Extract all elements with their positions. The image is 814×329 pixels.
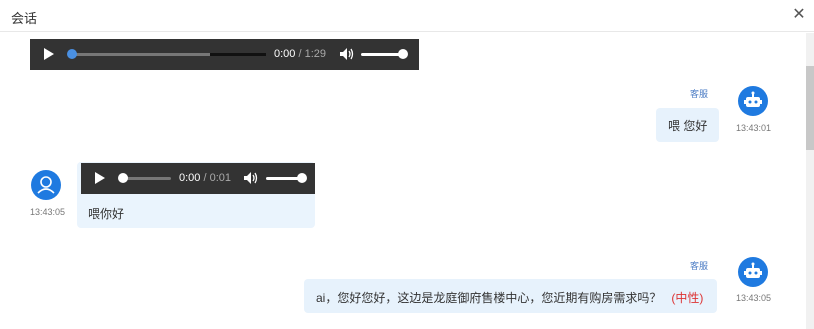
audio-buffer-bar bbox=[210, 53, 266, 56]
audio-time-separator: / bbox=[298, 48, 302, 60]
audio-duration: 0:01 bbox=[209, 172, 232, 184]
agent-role-label: 客服 bbox=[690, 89, 709, 99]
audio-time: 0:00 / 0:01 bbox=[179, 172, 231, 184]
close-icon[interactable]: ✕ bbox=[792, 7, 806, 23]
audio-duration: 1:29 bbox=[304, 48, 327, 60]
conversation-dialog: 会话 ✕ 0:00 / 1:29 客服 13:43:01 喂 您好 13:43:… bbox=[0, 0, 814, 329]
customer-message-bubble: 0:00 / 0:01 喂你好 bbox=[77, 162, 315, 228]
dialog-title: 会话 bbox=[11, 11, 38, 26]
volume-knob[interactable] bbox=[297, 173, 307, 183]
audio-player[interactable]: 0:00 / 1:29 bbox=[30, 39, 419, 70]
volume-icon[interactable] bbox=[244, 172, 258, 184]
emotion-tag: (中性) bbox=[671, 291, 704, 305]
agent-message-bubble: 喂 您好 bbox=[656, 108, 720, 142]
dialog-header: 会话 ✕ bbox=[0, 0, 814, 32]
agent-message-bubble: ai，您好您好，这边是龙庭御府售楼中心，您近期有购房需求吗？ (中性) bbox=[304, 279, 717, 313]
audio-player[interactable]: 0:00 / 0:01 bbox=[81, 163, 315, 194]
play-icon[interactable] bbox=[44, 48, 54, 60]
audio-progress-knob[interactable] bbox=[67, 49, 77, 59]
agent-role-label: 客服 bbox=[690, 261, 709, 271]
scrollbar-thumb[interactable] bbox=[806, 66, 814, 150]
volume-slider[interactable] bbox=[361, 53, 401, 56]
audio-current-time: 0:00 bbox=[274, 48, 296, 60]
agent-avatar bbox=[738, 86, 768, 116]
audio-current-time: 0:00 bbox=[179, 172, 201, 184]
user-icon bbox=[37, 176, 55, 194]
message-time: 13:43:05 bbox=[30, 207, 66, 217]
volume-slider[interactable] bbox=[266, 177, 301, 180]
message-text: 喂你好 bbox=[88, 207, 125, 221]
volume-icon[interactable] bbox=[340, 48, 354, 60]
agent-avatar bbox=[738, 257, 768, 287]
message-list[interactable]: 0:00 / 1:29 客服 13:43:01 喂 您好 13:43:05 0:… bbox=[0, 33, 806, 329]
volume-knob[interactable] bbox=[398, 49, 408, 59]
play-icon[interactable] bbox=[95, 172, 105, 184]
message-time: 13:43:05 bbox=[736, 293, 772, 303]
customer-avatar bbox=[31, 170, 61, 200]
message-time: 13:43:01 bbox=[736, 123, 772, 133]
audio-time-separator: / bbox=[203, 172, 207, 184]
robot-icon bbox=[744, 91, 762, 107]
audio-time: 0:00 / 1:29 bbox=[274, 48, 326, 60]
audio-progress-knob[interactable] bbox=[118, 173, 128, 183]
message-text: ai，您好您好，这边是龙庭御府售楼中心，您近期有购房需求吗？ bbox=[316, 291, 662, 305]
audio-progress-track[interactable] bbox=[121, 177, 171, 180]
message-text: 喂 您好 bbox=[668, 119, 708, 133]
robot-icon bbox=[744, 262, 762, 278]
